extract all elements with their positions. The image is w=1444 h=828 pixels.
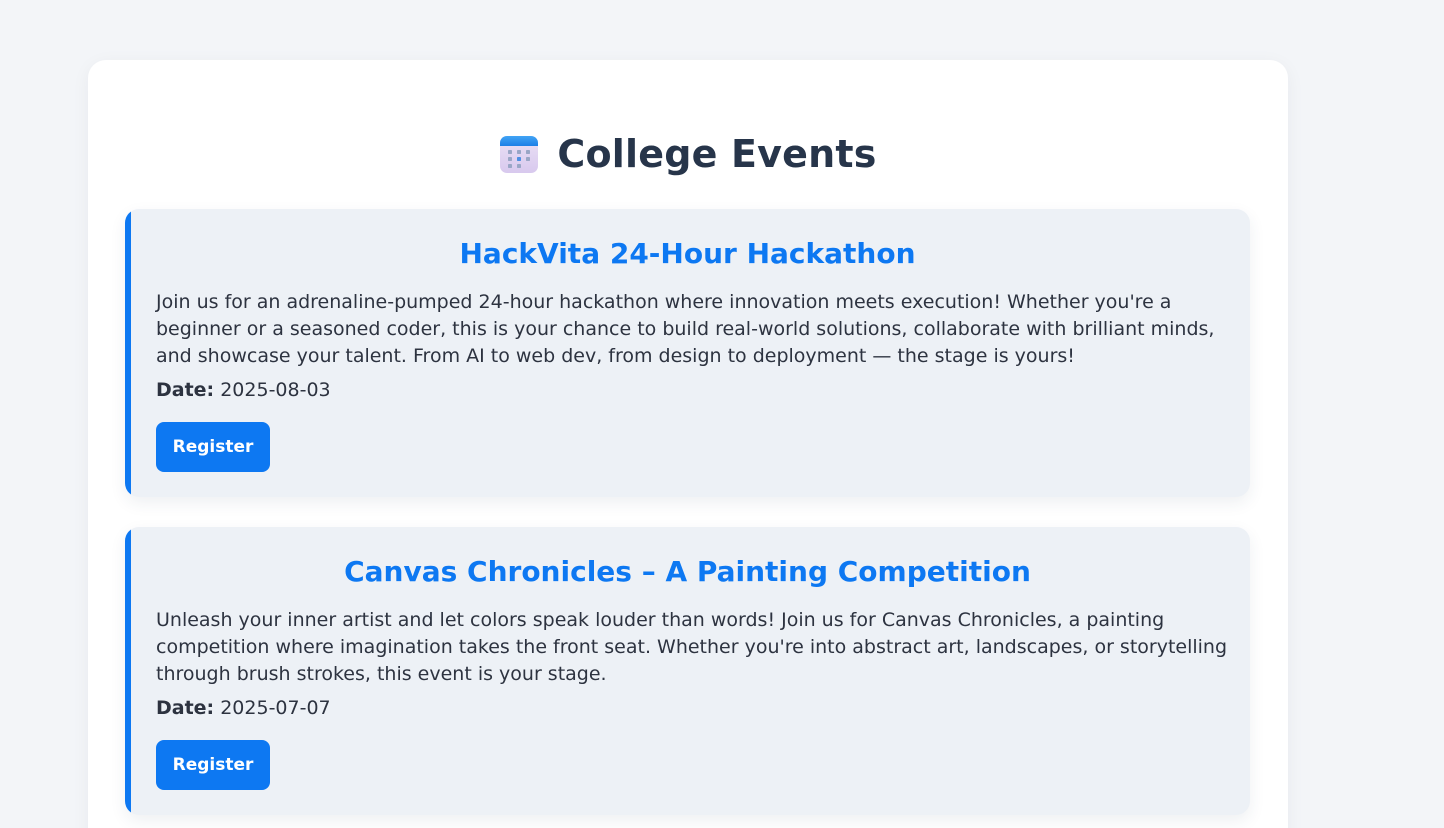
- register-button-painting[interactable]: Register: [156, 740, 270, 790]
- event-date: Date: 2025-08-03: [156, 377, 331, 404]
- event-date: Date: 2025-07-07: [156, 695, 331, 722]
- date-value: 2025-07-07: [220, 697, 331, 719]
- register-button-hackathon[interactable]: Register: [156, 422, 270, 472]
- event-card-hackathon: HackVita 24-Hour Hackathon Join us for a…: [125, 209, 1250, 497]
- date-label: Date:: [156, 379, 215, 401]
- date-value: 2025-08-03: [220, 379, 331, 401]
- event-description: Unleash your inner artist and let colors…: [156, 609, 1228, 685]
- event-title: HackVita 24-Hour Hackathon: [459, 237, 916, 270]
- page-header: College Events: [88, 130, 1288, 178]
- event-description: Join us for an adrenaline-pumped 24-hour…: [156, 291, 1215, 367]
- page: College Events HackVita 24-Hour Hackatho…: [0, 0, 1444, 828]
- date-label: Date:: [156, 697, 215, 719]
- calendar-icon: [499, 134, 539, 174]
- page-title: College Events: [557, 132, 877, 176]
- event-card-painting: Canvas Chronicles – A Painting Competiti…: [125, 527, 1250, 815]
- event-title: Canvas Chronicles – A Painting Competiti…: [344, 555, 1031, 588]
- events-container: College Events HackVita 24-Hour Hackatho…: [88, 60, 1288, 828]
